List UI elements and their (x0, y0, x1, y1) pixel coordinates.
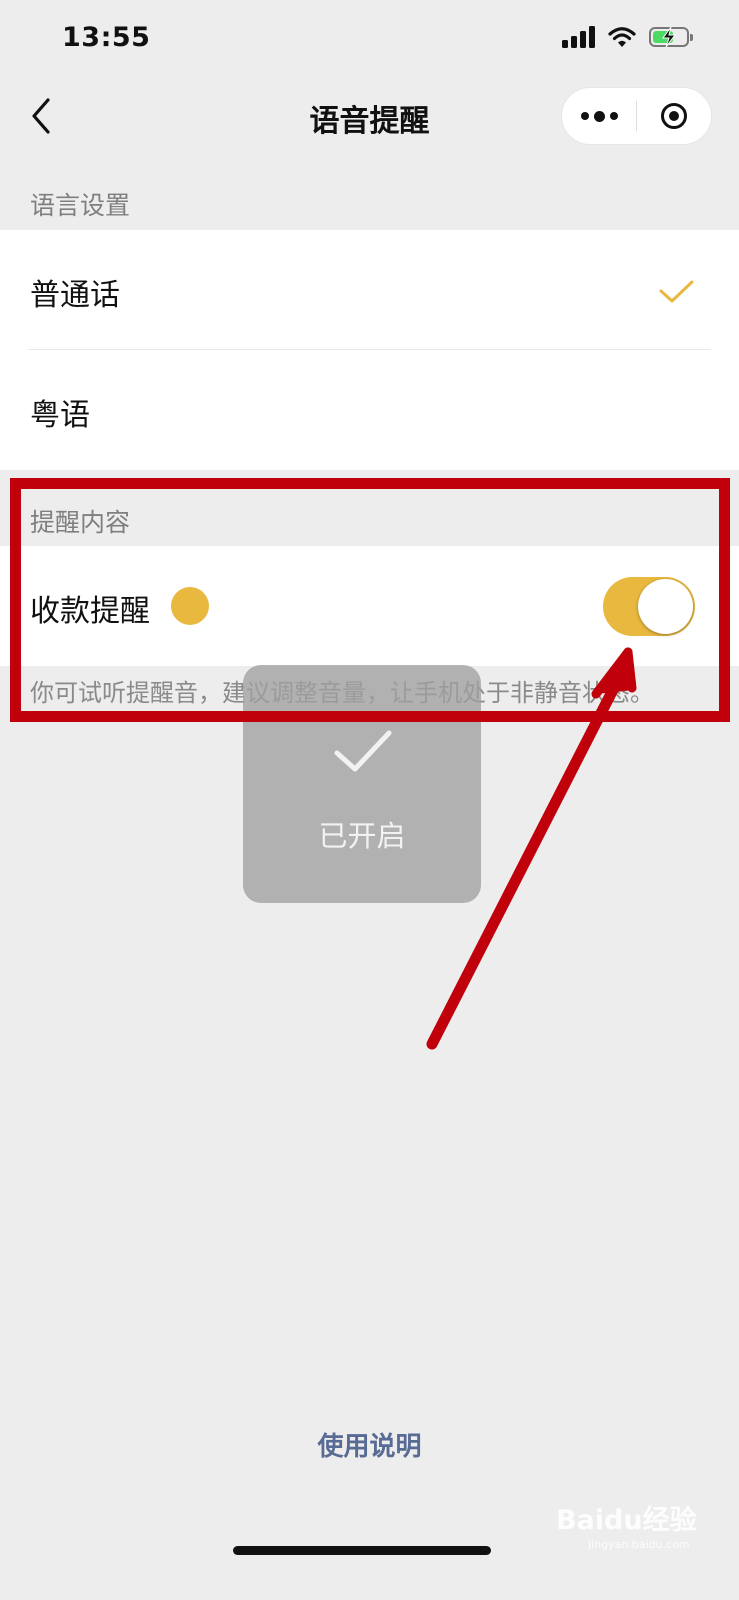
home-indicator (233, 1546, 491, 1555)
watermark-logo: Baidu经验 (556, 1505, 697, 1536)
help-link[interactable]: 使用说明 (0, 1426, 739, 1463)
annotation-arrow (426, 647, 637, 1050)
watermark-url: jingyan.baidu.com (588, 1538, 690, 1551)
